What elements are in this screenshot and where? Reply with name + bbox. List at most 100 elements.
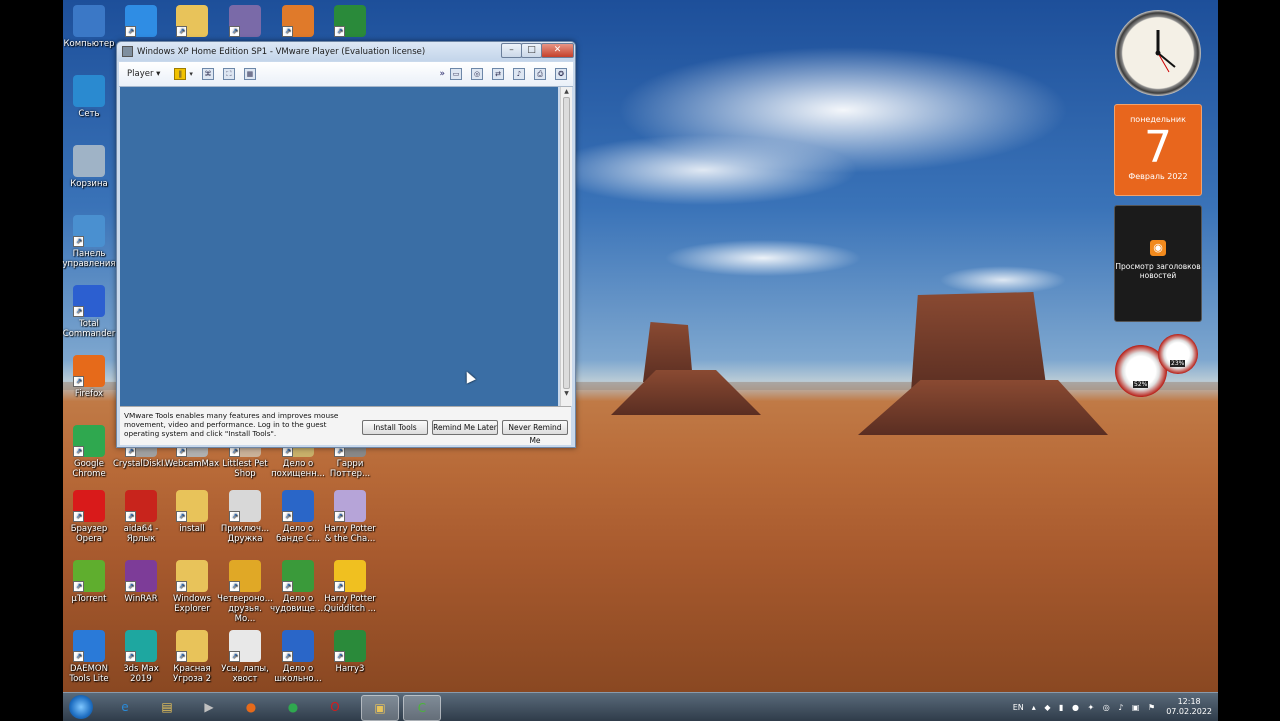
- install-tools-button[interactable]: Install Tools: [362, 420, 428, 435]
- desktop-icon[interactable]: ↗ Total Commander: [61, 285, 117, 339]
- shortcut-arrow-icon: ↗: [125, 511, 136, 522]
- desktop-icon[interactable]: Компьютер: [61, 5, 117, 49]
- delo-o-bande-icon: ↗: [282, 490, 314, 522]
- rss-icon: ◉: [1150, 240, 1166, 256]
- desktop-icon[interactable]: ↗ Windows Explorer: [164, 560, 220, 614]
- desktop-icon-label: Дело о банде С...: [276, 524, 320, 544]
- desktop-icon[interactable]: ↗ install: [164, 490, 220, 534]
- devices-expand-icon[interactable]: »: [439, 69, 445, 79]
- desktop-icon[interactable]: ↗ Дело о банде С...: [270, 490, 326, 544]
- taskbar-ie-button[interactable]: e: [107, 695, 143, 719]
- desktop-icon[interactable]: Корзина: [61, 145, 117, 189]
- desktop-icon[interactable]: ↗ Harry3: [322, 630, 378, 674]
- hard-disk-icon[interactable]: ▭: [450, 68, 462, 80]
- desktop-icon[interactable]: ↗ Приключ... Дружка: [217, 490, 273, 544]
- taskbar-clock[interactable]: 12:18 07.02.2022: [1166, 697, 1212, 717]
- desktop-icon[interactable]: ↗ WinRAR: [113, 560, 169, 604]
- network-adapter-icon[interactable]: ⇄: [492, 68, 504, 80]
- desktop-icon[interactable]: ↗ Harry Potter Quidditch ...: [322, 560, 378, 614]
- scroll-down-arrow-icon[interactable]: ▼: [561, 389, 572, 399]
- desktop-icon[interactable]: ↗ aida64 - Ярлык: [113, 490, 169, 544]
- tray-icons[interactable]: ▴ ◆ ▮ ● ✦ ◎ ♪ ▣ ⚑: [1032, 703, 1158, 712]
- guest-screen[interactable]: [120, 87, 558, 406]
- desktop-icon[interactable]: ↗ Дело о чудовище ...: [270, 560, 326, 614]
- desktop-icon[interactable]: ↗ Красная Угроза 2: [164, 630, 220, 684]
- language-indicator[interactable]: EN: [1013, 703, 1024, 712]
- never-remind-me-button[interactable]: Never Remind Me: [502, 420, 568, 445]
- desktop-icon[interactable]: ↗ Harry Potter & the Cha...: [322, 490, 378, 544]
- minimize-button[interactable]: –: [501, 43, 522, 58]
- taskbar-firefox-button[interactable]: ●: [233, 695, 269, 719]
- close-button[interactable]: ✕: [541, 43, 574, 58]
- desktop-icon[interactable]: ↗: [270, 5, 326, 39]
- send-ctrl-alt-del-icon[interactable]: ⌘: [201, 68, 214, 80]
- desktop-icon-label: Harry Potter & the Cha...: [324, 524, 376, 544]
- taskbar-vmware-button[interactable]: ▣: [361, 695, 399, 721]
- desktop-icon[interactable]: Сеть: [61, 75, 117, 119]
- unity-icon[interactable]: ▦: [243, 68, 256, 80]
- vmware-tools-icon[interactable]: ✪: [555, 68, 567, 80]
- taskbar-media-button[interactable]: ▶: [191, 695, 227, 719]
- pause-icon[interactable]: ‖: [174, 68, 187, 80]
- fullscreen-icon[interactable]: ⛶: [222, 68, 235, 80]
- guest-vertical-scrollbar[interactable]: ▲ ▼: [560, 87, 572, 406]
- shortcut-arrow-icon: ↗: [125, 26, 136, 37]
- desktop-icon-label: Браузер Opera: [70, 524, 108, 544]
- desktop-icon[interactable]: ↗: [322, 5, 378, 39]
- taskbar: e ▤ ▶ ● ● O ▣ C EN ▴ ◆ ▮ ● ✦ ◎ ♪ ▣ ⚑ 12:18 07.0…: [63, 692, 1218, 721]
- ram-meter-gadget[interactable]: 23%: [1158, 334, 1198, 374]
- shortcut-arrow-icon: ↗: [73, 651, 84, 662]
- desktop-icon[interactable]: ↗ Панель управления: [61, 215, 117, 269]
- scroll-up-arrow-icon[interactable]: ▲: [561, 87, 572, 97]
- desktop-icon-label: Усы, лапы, хвост: [221, 664, 269, 684]
- taskbar-explorer-button[interactable]: ▤: [149, 695, 185, 719]
- shortcut-arrow-icon: ↗: [176, 651, 187, 662]
- maximize-button[interactable]: □: [521, 43, 542, 58]
- taskbar-camtasia-button[interactable]: C: [403, 695, 441, 721]
- sound-card-icon[interactable]: ♪: [513, 68, 525, 80]
- vmware-player-window[interactable]: Windows XP Home Edition SP1 - VMware Pla…: [116, 41, 576, 448]
- winrar-icon: ↗: [125, 560, 157, 592]
- shortcut-arrow-icon: ↗: [282, 511, 293, 522]
- clock-gadget[interactable]: [1115, 10, 1201, 96]
- desktop-icon[interactable]: ↗ Дело о школьно...: [270, 630, 326, 684]
- start-button[interactable]: [69, 695, 93, 719]
- desktop-icon[interactable]: ↗ µTorrent: [61, 560, 117, 604]
- right-letterbox: [1218, 0, 1280, 720]
- krasnaya-ugroza-icon: ↗: [176, 630, 208, 662]
- windows-explorer-icon: ↗: [176, 560, 208, 592]
- calendar-gadget[interactable]: понедельник 7 Февраль 2022: [1114, 104, 1202, 196]
- desktop-icon[interactable]: ↗: [113, 5, 169, 39]
- cd-drive-icon[interactable]: ◎: [471, 68, 483, 80]
- desktop-icon[interactable]: ↗ DAEMON Tools Lite: [61, 630, 117, 684]
- taskbar-chrome-button[interactable]: ●: [275, 695, 311, 719]
- taskbar-opera-button[interactable]: O: [317, 695, 353, 719]
- feed-headlines-gadget[interactable]: ◉ Просмотр заголовков новостей: [1114, 205, 1202, 322]
- pause-dropdown-icon[interactable]: ▾: [189, 70, 193, 78]
- desktop-icon-label: Littlest Pet Shop: [222, 459, 268, 479]
- scroll-thumb[interactable]: [563, 97, 570, 389]
- vmware-app-icon: [122, 46, 133, 57]
- shortcut-arrow-icon: ↗: [176, 26, 187, 37]
- desktop-icon[interactable]: ↗ 3ds Max 2019: [113, 630, 169, 684]
- calendar-month: Февраль 2022: [1128, 172, 1188, 181]
- desktop-icon[interactable]: ↗: [164, 5, 220, 39]
- remind-me-later-button[interactable]: Remind Me Later: [432, 420, 498, 435]
- usy-lapy-hvost-icon: ↗: [229, 630, 261, 662]
- shortcut-arrow-icon: ↗: [334, 581, 345, 592]
- taskbar-time: 12:18: [1177, 697, 1201, 706]
- desktop-icon[interactable]: ↗ Четвероно... друзья. Мо...: [217, 560, 273, 624]
- player-menu-button[interactable]: Player ▾: [127, 69, 160, 79]
- recycle-bin-icon: [73, 145, 105, 177]
- desktop-icon[interactable]: ↗ Firefox: [61, 355, 117, 399]
- shortcut-arrow-icon: ↗: [334, 511, 345, 522]
- app-icon-4: ↗: [334, 5, 366, 37]
- desktop-icon[interactable]: ↗: [217, 5, 273, 39]
- total-commander-icon: ↗: [73, 285, 105, 317]
- desktop-icon[interactable]: ↗ Браузер Opera: [61, 490, 117, 544]
- shortcut-arrow-icon: ↗: [125, 581, 136, 592]
- printer-icon[interactable]: ⎙: [534, 68, 546, 80]
- desktop-icon[interactable]: ↗ Усы, лапы, хвост: [217, 630, 273, 684]
- aida64-icon: ↗: [125, 490, 157, 522]
- desktop-icon[interactable]: ↗ Google Chrome: [61, 425, 117, 479]
